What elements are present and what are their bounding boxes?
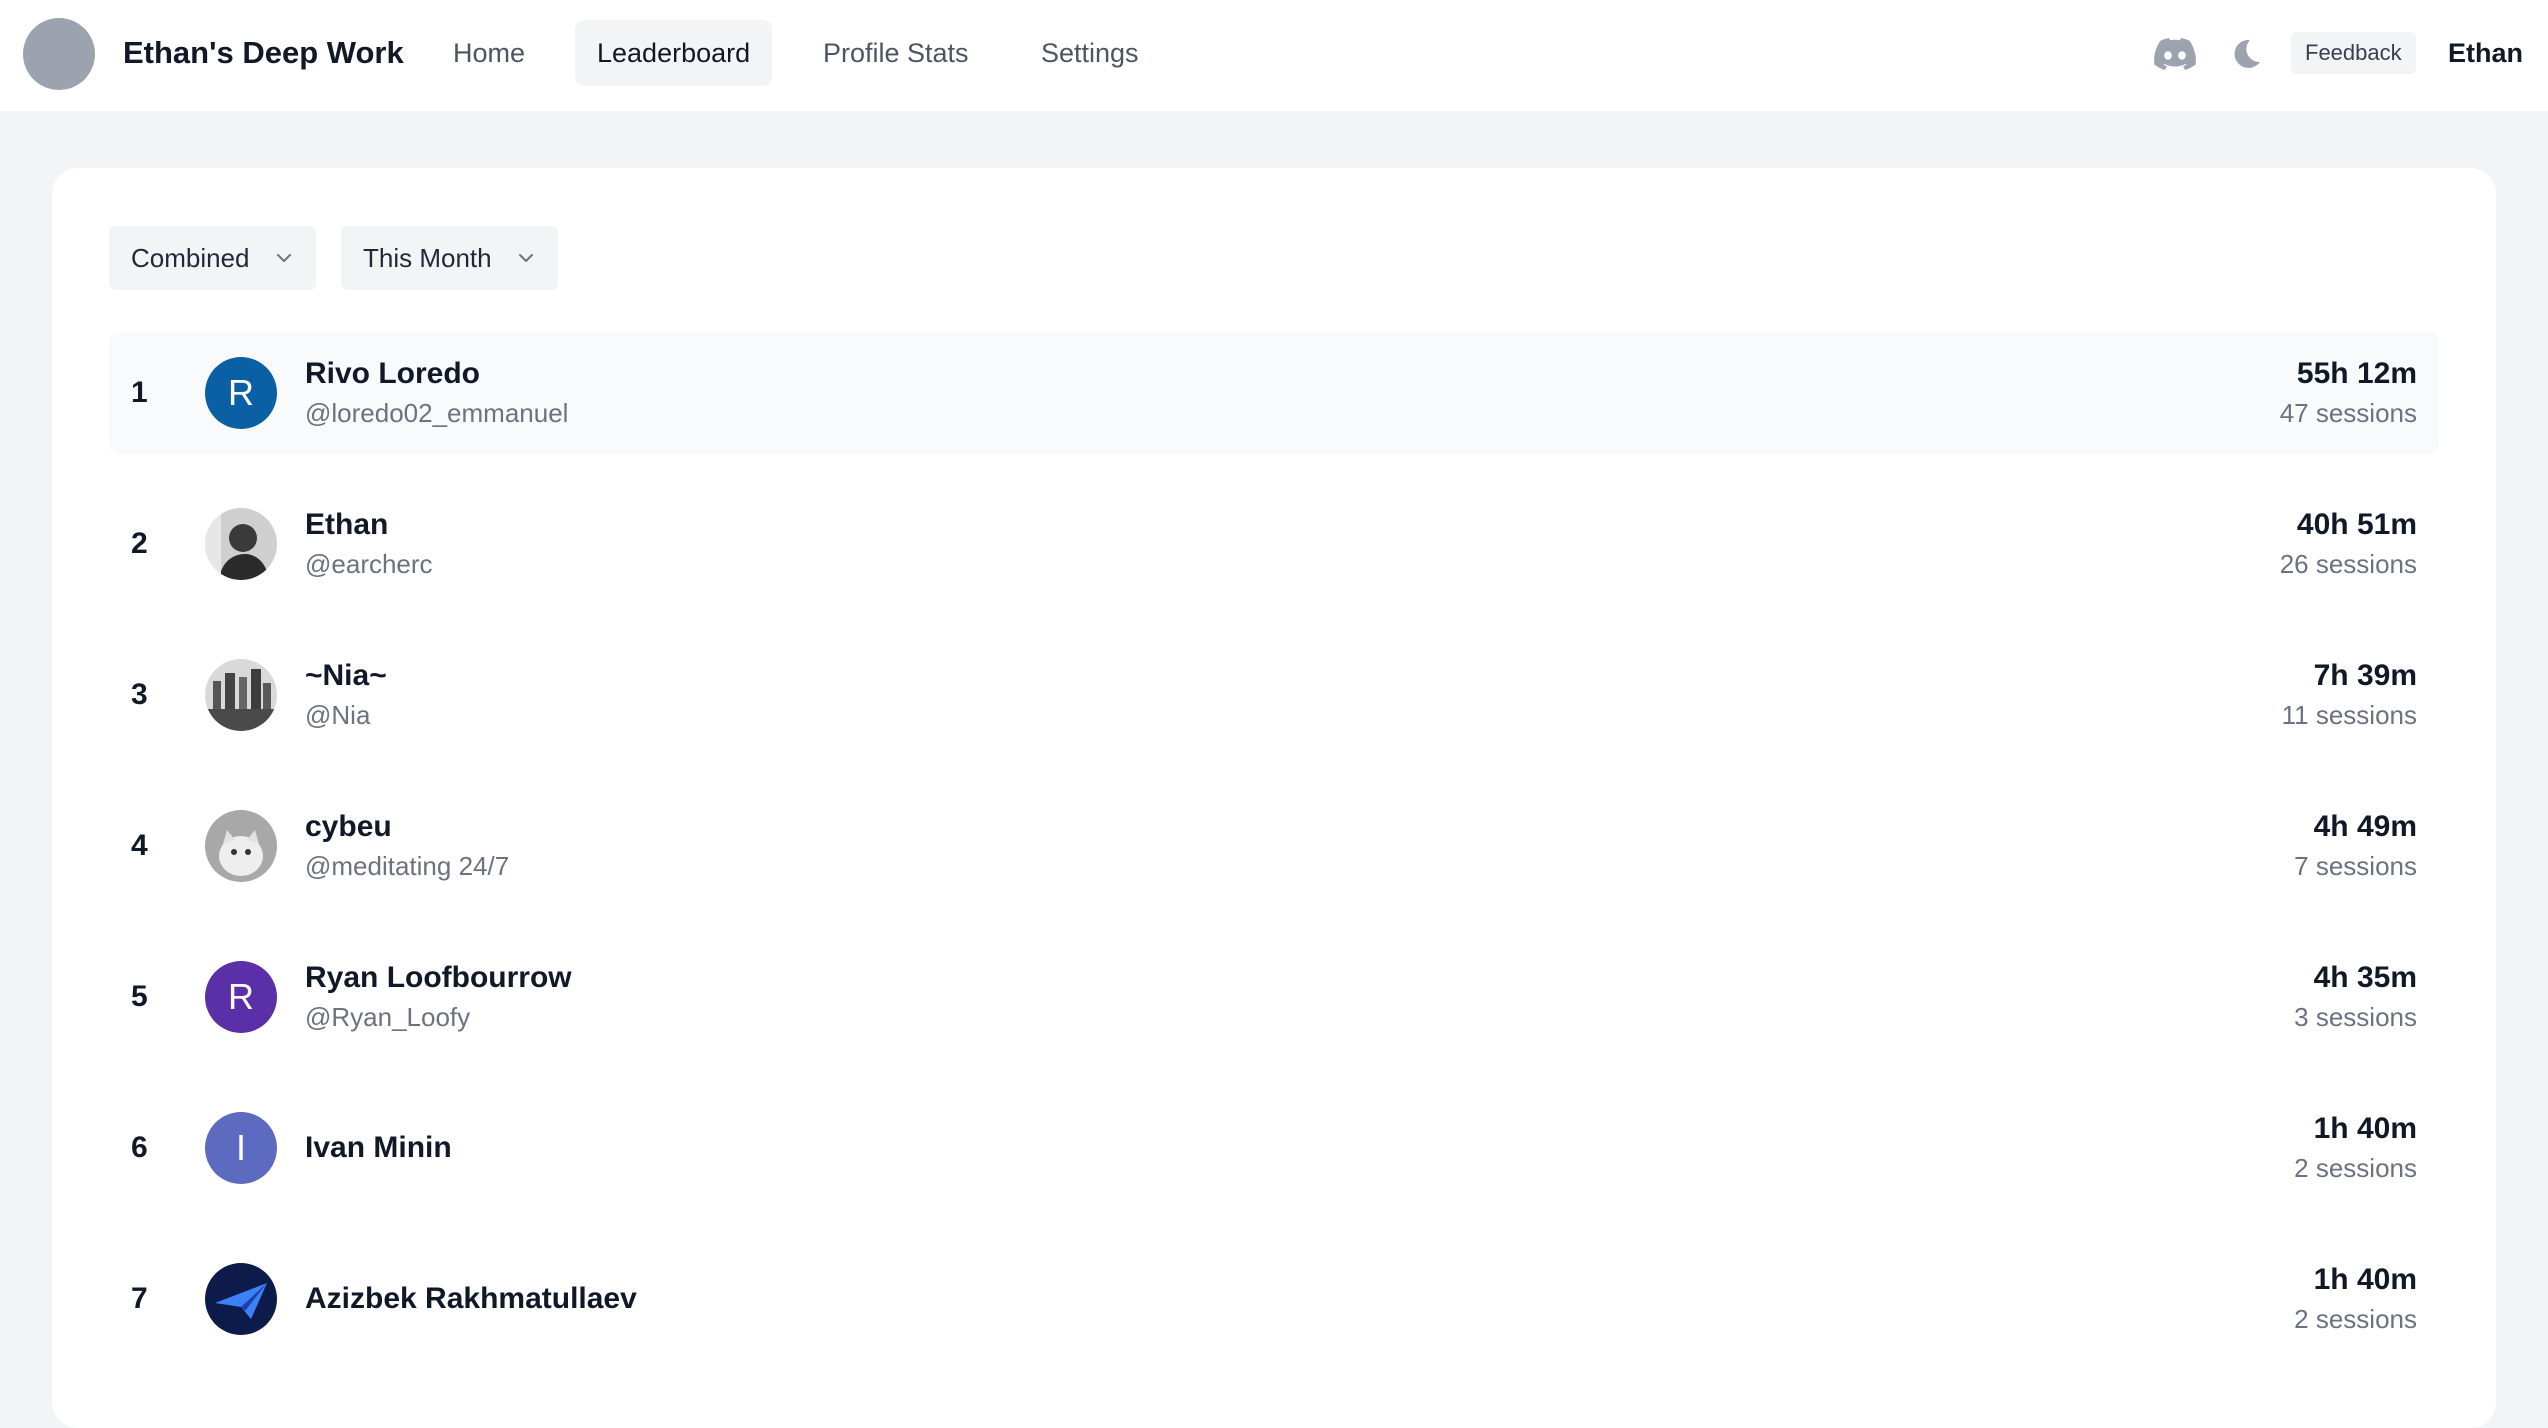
focus-time: 55h 12m bbox=[2296, 357, 2417, 390]
brand-title[interactable]: Ethan's Deep Work bbox=[123, 35, 404, 71]
nav-leaderboard[interactable]: Leaderboard bbox=[575, 20, 773, 86]
user-display-name: Ivan Minin bbox=[305, 1131, 452, 1164]
leaderboard-list: 1 R Rivo Loredo @loredo02_emmanuel 55h 1… bbox=[109, 332, 2439, 1389]
avatar bbox=[205, 659, 277, 731]
focus-time: 4h 49m bbox=[2313, 810, 2417, 843]
user-display-name: Ethan bbox=[305, 508, 389, 541]
focus-time: 7h 39m bbox=[2313, 659, 2417, 692]
focus-time: 1h 40m bbox=[2313, 1112, 2417, 1145]
rank-number: 2 bbox=[131, 527, 148, 560]
profile-photo-icon bbox=[205, 508, 277, 580]
mode-select-value: Combined bbox=[131, 242, 250, 273]
leaderboard-row[interactable]: 1 R Rivo Loredo @loredo02_emmanuel 55h 1… bbox=[109, 332, 2439, 454]
user-display-name: Azizbek Rakhmatullaev bbox=[305, 1282, 637, 1315]
leaderboard-row[interactable]: 7 Azizbek Rakhmatullaev 1h 40m 2 session… bbox=[109, 1238, 2439, 1360]
avatar bbox=[205, 1263, 277, 1335]
session-count: 26 sessions bbox=[2279, 549, 2417, 579]
city-photo-icon bbox=[205, 659, 277, 731]
nav-settings[interactable]: Settings bbox=[1019, 20, 1161, 86]
top-navbar: Ethan's Deep Work Home Leaderboard Profi… bbox=[0, 0, 2548, 111]
avatar: R bbox=[205, 357, 277, 429]
leaderboard-row[interactable]: 3 ~Nia~ @Nia 7h 39m 11 sessions bbox=[109, 634, 2439, 756]
rank-number: 4 bbox=[131, 829, 148, 862]
user-handle: @earcherc bbox=[305, 549, 433, 579]
feedback-button[interactable]: Feedback bbox=[2291, 32, 2416, 74]
user-handle: @Ryan_Loofy bbox=[305, 1002, 471, 1032]
chevron-down-icon bbox=[276, 254, 291, 262]
nav-home[interactable]: Home bbox=[431, 20, 547, 86]
focus-time: 1h 40m bbox=[2313, 1263, 2417, 1296]
session-count: 2 sessions bbox=[2294, 1304, 2417, 1334]
focus-time: 4h 35m bbox=[2313, 961, 2417, 994]
avatar: I bbox=[205, 1112, 277, 1184]
session-count: 47 sessions bbox=[2279, 398, 2417, 428]
user-display-name: Rivo Loredo bbox=[305, 357, 481, 390]
user-handle: @loredo02_emmanuel bbox=[305, 398, 569, 428]
session-count: 3 sessions bbox=[2294, 1002, 2417, 1032]
chevron-down-icon bbox=[518, 254, 533, 262]
user-display-name: Ryan Loofbourrow bbox=[305, 961, 572, 994]
moon-icon[interactable] bbox=[2228, 36, 2264, 72]
session-count: 11 sessions bbox=[2281, 700, 2417, 730]
rank-number: 7 bbox=[131, 1282, 148, 1315]
user-menu[interactable]: Ethan bbox=[2448, 38, 2523, 69]
leaderboard-card: Combined This Month 1 R Rivo Loredo @lor… bbox=[52, 168, 2496, 1428]
user-handle: @meditating 24/7 bbox=[305, 851, 510, 881]
leaderboard-row[interactable]: 5 R Ryan Loofbourrow @Ryan_Loofy 4h 35m … bbox=[109, 936, 2439, 1058]
period-select[interactable]: This Month bbox=[341, 226, 558, 290]
session-count: 7 sessions bbox=[2294, 851, 2417, 881]
user-handle: @Nia bbox=[305, 700, 371, 730]
user-display-name: cybeu bbox=[305, 810, 392, 843]
discord-icon[interactable] bbox=[2154, 38, 2196, 70]
nav-profile-stats[interactable]: Profile Stats bbox=[801, 20, 991, 86]
user-display-name: ~Nia~ bbox=[305, 659, 387, 692]
brand-avatar[interactable] bbox=[23, 18, 95, 90]
rank-number: 1 bbox=[131, 376, 148, 409]
paper-plane-icon bbox=[205, 1263, 277, 1335]
leaderboard-row[interactable]: 6 I Ivan Minin 1h 40m 2 sessions bbox=[109, 1087, 2439, 1209]
session-count: 2 sessions bbox=[2294, 1153, 2417, 1183]
avatar bbox=[205, 810, 277, 882]
period-select-value: This Month bbox=[363, 242, 492, 273]
mode-select[interactable]: Combined bbox=[109, 226, 316, 290]
avatar: R bbox=[205, 961, 277, 1033]
leaderboard-row[interactable]: 4 cybeu @meditating 24/7 4h 49m 7 sessio… bbox=[109, 785, 2439, 907]
rank-number: 6 bbox=[131, 1131, 148, 1164]
rank-number: 3 bbox=[131, 678, 148, 711]
leaderboard-row[interactable]: 2 Ethan @earcherc 40h 51m 26 sessions bbox=[109, 483, 2439, 605]
avatar bbox=[205, 508, 277, 580]
focus-time: 40h 51m bbox=[2296, 508, 2417, 541]
rank-number: 5 bbox=[131, 980, 148, 1013]
cat-photo-icon bbox=[205, 810, 277, 882]
